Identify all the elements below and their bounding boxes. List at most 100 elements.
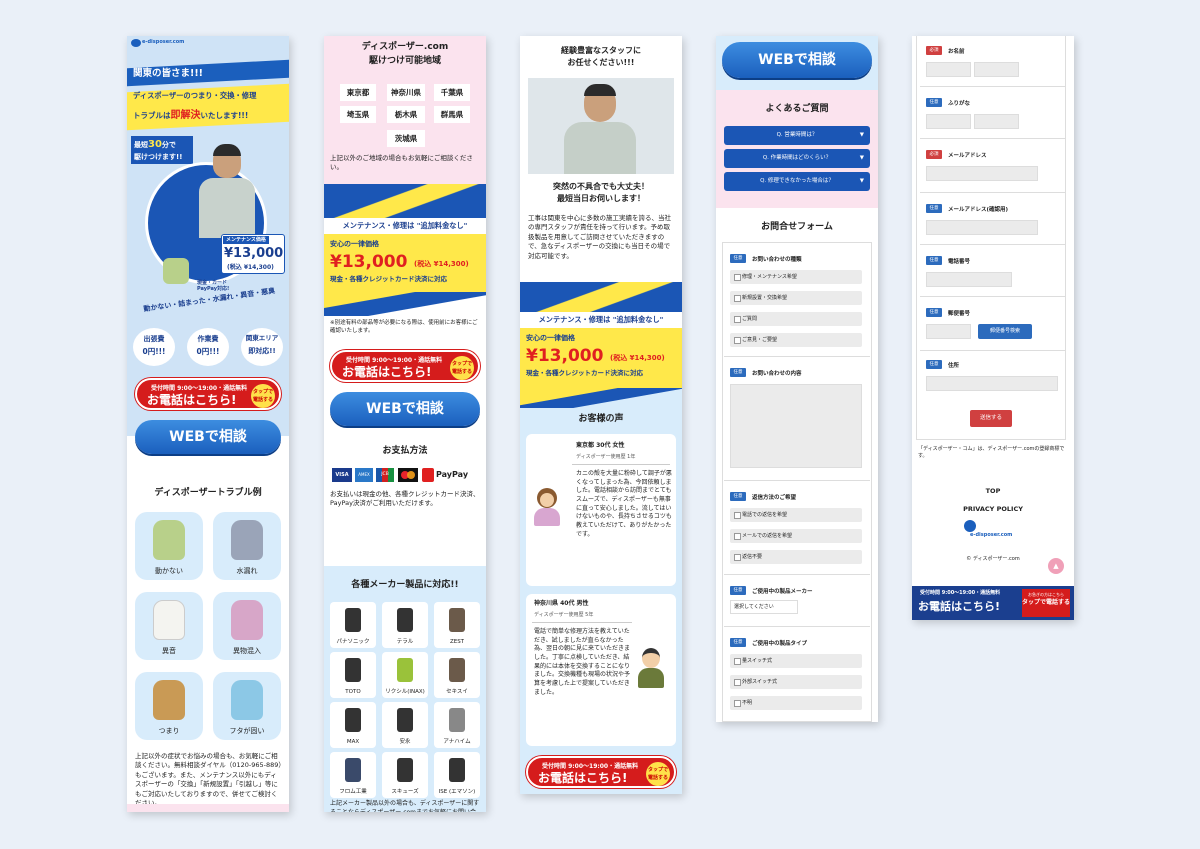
mascot-icon xyxy=(231,680,263,720)
last-name-input[interactable] xyxy=(926,62,971,77)
maker-card: MAX xyxy=(330,702,376,748)
faq-item[interactable]: Q. 修理できなかった場合は？ ▼ xyxy=(724,172,870,191)
field-label: 住所 xyxy=(948,363,960,369)
hero-line-2: トラブルは即解決いたします!!! xyxy=(133,110,249,121)
disposer-icon xyxy=(397,758,413,782)
disposer-icon xyxy=(397,708,413,732)
decor-stripes xyxy=(324,292,486,316)
call-button[interactable]: 受付時間 9:00～19:00・通話無料 お電話はこちら! タップで電話する xyxy=(330,350,480,382)
mascot-icon xyxy=(153,600,185,640)
maker-select[interactable]: 選択してください xyxy=(730,600,798,614)
optional-tag: 任意 xyxy=(730,368,746,377)
phone-input[interactable] xyxy=(926,272,1012,287)
fast-arrive-text-2: 駆けつけます!! xyxy=(134,153,183,161)
mobile-page-staff: 経験豊富なスタッフに お任せください!!! 突然の不具合でも大丈夫！ 最短当日お… xyxy=(520,36,682,794)
address-input[interactable] xyxy=(926,376,1058,391)
email-confirm-input[interactable] xyxy=(926,220,1038,235)
call-button[interactable]: 受付時間 9:00～19:00・通話無料 お電話はこちら! タップで電話する xyxy=(135,378,281,410)
area-note: 上記以外のご地域の場合もお気軽にご相談ください。 xyxy=(330,154,473,172)
logo-icon xyxy=(131,39,141,47)
maker-card: アナハイム xyxy=(434,702,480,748)
last-kana-input[interactable] xyxy=(926,114,971,129)
divider xyxy=(920,192,1066,193)
woman-avatar-icon xyxy=(532,488,562,528)
logo-icon xyxy=(964,520,976,532)
optional-tag: 任意 xyxy=(730,254,746,263)
radio-option[interactable]: 不明 xyxy=(730,696,862,710)
checkbox-option[interactable]: 修理・メンテナンス希望 xyxy=(730,270,862,284)
submit-button[interactable]: 送信する xyxy=(970,410,1012,427)
staff-title-2: お任せください!!! xyxy=(567,58,635,67)
checkbox-option[interactable]: ご質問 xyxy=(730,312,862,326)
disposer-mascot xyxy=(163,258,189,284)
faq-item[interactable]: Q. 営業時間は？ ▼ xyxy=(724,126,870,145)
trouble-card: 異音 xyxy=(135,592,203,660)
pref-tag: 埼玉県 xyxy=(340,106,376,123)
flat-price: ¥13,000 xyxy=(330,252,408,272)
zip-input[interactable] xyxy=(926,324,971,339)
checkbox-option[interactable]: 返信不要 xyxy=(730,550,862,564)
trouble-card: 水漏れ xyxy=(213,512,281,580)
tap-to-call-badge: タップで電話する xyxy=(646,762,670,786)
web-consult-button[interactable]: WEBで相談 xyxy=(722,42,872,78)
checkbox-option[interactable]: 電話での返信を希望 xyxy=(730,508,862,522)
optional-tag: 任意 xyxy=(926,98,942,107)
scroll-top-icon[interactable]: ▲ xyxy=(1048,558,1064,574)
checkbox-option[interactable]: メールでの返信を希望 xyxy=(730,529,862,543)
call-label: お電話はこちら! xyxy=(342,365,432,379)
field-label: 郵便番号 xyxy=(948,311,971,317)
review-name: 東京都 30代 女性 xyxy=(576,442,625,449)
paypay-icon xyxy=(422,468,434,482)
pref-tag: 東京都 xyxy=(340,84,376,101)
web-consult-button[interactable]: WEBで相談 xyxy=(330,392,480,426)
card-support: 現金・各種クレジットカード決済に対応 xyxy=(330,275,447,283)
staff-title-1: 経験豊富なスタッフに xyxy=(561,46,641,55)
tap-to-call-badge: タップで電話する xyxy=(450,356,474,380)
footer-logo[interactable]: e-disposer.com xyxy=(970,532,1012,538)
badge-work-value: 0円!!! xyxy=(196,347,220,356)
call-button[interactable]: 受付時間 9:00～19:00・通話無料 お電話はこちら! タップで電話する xyxy=(526,756,676,788)
disposer-icon xyxy=(345,758,361,782)
field-label: メールアドレス xyxy=(948,153,987,159)
radio-option[interactable]: 量スイッチ式 xyxy=(730,654,862,668)
card-support: 現金・各種クレジットカード決済に対応 xyxy=(526,369,643,377)
fast-arrive-text: 最短30分で xyxy=(134,139,176,150)
sticky-call-label[interactable]: お電話はこちら! xyxy=(918,600,1000,613)
checkbox-option[interactable]: ご意見・ご要望 xyxy=(730,333,862,347)
first-kana-input[interactable] xyxy=(974,114,1019,129)
mascot-icon xyxy=(153,520,185,560)
first-name-input[interactable] xyxy=(974,62,1019,77)
pref-tag: 栃木県 xyxy=(387,106,425,123)
mastercard-icon xyxy=(398,468,418,482)
privacy-policy-link[interactable]: PRIVACY POLICY xyxy=(912,505,1074,514)
checkbox-option[interactable]: 新規設置・交換希望 xyxy=(730,291,862,305)
web-consult-button[interactable]: WEBで相談 xyxy=(135,420,281,454)
maint-band-text: メンテナンス・修理は "追加料金なし" xyxy=(342,221,468,230)
pref-tag: 茨城県 xyxy=(387,130,425,147)
disposer-icon xyxy=(449,608,465,632)
pay-note: 現金・カード PayPay対応! xyxy=(197,280,230,292)
maint-price-tax: (税込 ¥14,300) xyxy=(227,264,274,271)
field-label: お名前 xyxy=(948,49,965,55)
email-input[interactable] xyxy=(926,166,1038,181)
hero-heading: 関東の皆さま!!! xyxy=(133,68,203,79)
area-title-2: 駆けつけ可能地域 xyxy=(368,56,441,66)
footer-top-link[interactable]: TOP xyxy=(912,487,1074,496)
sticky-tap-badge[interactable]: お急ぎの方はこちら タップで電話する xyxy=(1022,589,1070,617)
maker-title: 各種メーカー製品に対応!! xyxy=(351,580,459,590)
trouble-body-text: 上記以外の症状でお悩みの場合も、お気軽にご相談ください。無料相談ダイヤル（012… xyxy=(135,752,282,807)
voice-title: お客様の声 xyxy=(578,414,624,424)
review-sub: ディスポーザー使用歴 1年 xyxy=(576,454,636,460)
tap-to-call-badge: タップで電話する xyxy=(251,384,275,408)
disposer-icon xyxy=(345,658,361,682)
disposer-icon xyxy=(449,758,465,782)
field-label: ふりがな xyxy=(948,101,971,107)
site-logo[interactable]: e-disposer.com xyxy=(142,39,184,45)
message-textarea[interactable] xyxy=(730,384,862,468)
call-label: お電話はこちら! xyxy=(538,771,628,785)
zip-search-button[interactable]: 郵便番号検索 xyxy=(978,324,1032,339)
required-tag: 必須 xyxy=(926,150,942,159)
faq-item[interactable]: Q. 作業時間はどのくらい？ ▼ xyxy=(724,149,870,168)
radio-option[interactable]: 外部スイッチ式 xyxy=(730,675,862,689)
divider xyxy=(920,138,1066,139)
